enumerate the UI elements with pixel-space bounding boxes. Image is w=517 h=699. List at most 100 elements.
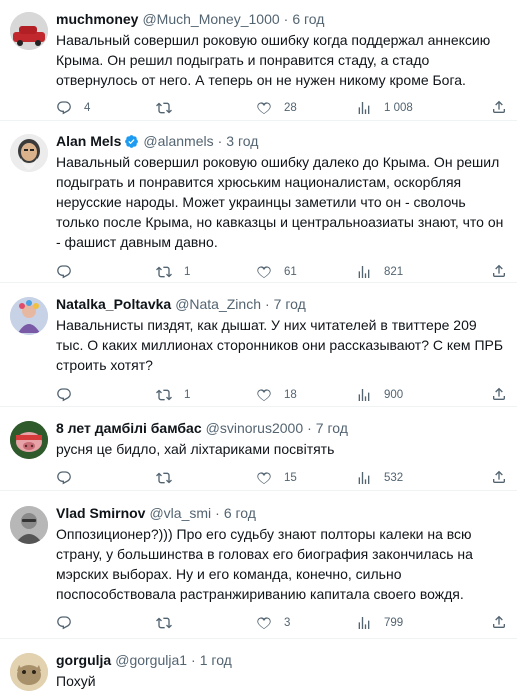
share-icon <box>493 100 505 113</box>
author-handle[interactable]: @Much_Money_1000 <box>142 10 279 28</box>
author-name[interactable]: gorgulja <box>56 651 111 669</box>
author-name[interactable]: Natalka_Poltavka <box>56 295 171 313</box>
views-icon <box>358 266 370 278</box>
like-count: 61 <box>284 266 297 278</box>
separator-dot: · <box>283 11 289 27</box>
views-button[interactable]: 821 <box>356 264 456 280</box>
like-button[interactable]: 18 <box>256 387 356 403</box>
share-button[interactable] <box>491 469 507 488</box>
avatar[interactable] <box>10 134 48 172</box>
tweet[interactable]: Alan Mels @alanmels · 3 год Навальный со… <box>0 121 517 283</box>
views-count: 900 <box>384 389 404 401</box>
timestamp[interactable]: 7 год <box>316 419 348 437</box>
author-handle[interactable]: @Nata_Zinch <box>175 295 261 313</box>
timestamp[interactable]: 7 год <box>274 295 306 313</box>
author-handle[interactable]: @svinorus2000 <box>206 419 304 437</box>
retweet-button[interactable] <box>156 615 256 631</box>
heart-icon <box>257 102 271 114</box>
tweet[interactable]: gorgulja @gorgulja1 · 1 год Похуй <box>0 639 517 699</box>
separator-dot: · <box>191 652 196 668</box>
views-button[interactable]: 1 008 <box>356 100 456 116</box>
reply-icon <box>57 616 71 630</box>
retweet-icon <box>156 266 172 278</box>
retweet-icon <box>156 102 172 114</box>
avatar[interactable] <box>10 653 48 691</box>
reply-button[interactable] <box>56 264 156 280</box>
share-button[interactable] <box>491 99 507 118</box>
tweet[interactable]: muchmoney @Much_Money_1000 · 6 год Навал… <box>0 0 517 121</box>
separator-dot: · <box>217 133 223 149</box>
author-name[interactable]: muchmoney <box>56 10 138 28</box>
reply-button[interactable] <box>56 470 156 486</box>
author-handle[interactable]: @alanmels <box>143 132 213 150</box>
tweet[interactable]: 8 лет дамбілі бамбас @svinorus2000 · 7 г… <box>0 407 517 491</box>
reply-count: 4 <box>84 102 91 114</box>
tweet[interactable]: Natalka_Poltavka @Nata_Zinch · 7 год Нав… <box>0 283 517 407</box>
like-button[interactable]: 3 <box>256 615 356 631</box>
separator-dot: · <box>265 296 270 312</box>
tweet-actions: 1 18 900 <box>56 385 507 405</box>
views-icon <box>358 617 370 629</box>
reply-icon <box>57 471 71 485</box>
timestamp[interactable]: 6 год <box>224 504 256 522</box>
reply-button[interactable] <box>56 615 156 631</box>
author-handle[interactable]: @vla_smi <box>149 504 211 522</box>
views-count: 821 <box>384 266 404 278</box>
retweet-count: 1 <box>184 266 191 278</box>
avatar[interactable] <box>10 506 48 544</box>
share-button[interactable] <box>491 386 507 405</box>
views-count: 1 008 <box>384 102 413 114</box>
share-button[interactable] <box>491 614 507 633</box>
reply-icon <box>57 388 71 402</box>
retweet-button[interactable]: 1 <box>156 264 256 280</box>
retweet-icon <box>156 472 172 484</box>
author-handle[interactable]: @gorgulja1 <box>115 651 187 669</box>
retweet-icon <box>156 389 172 401</box>
like-button[interactable]: 15 <box>256 470 356 486</box>
like-button[interactable]: 61 <box>256 264 356 280</box>
like-count: 3 <box>284 617 291 629</box>
avatar[interactable] <box>10 421 48 459</box>
views-button[interactable]: 799 <box>356 615 456 631</box>
heart-icon <box>257 266 271 278</box>
timestamp[interactable]: 3 год <box>226 132 258 150</box>
share-icon <box>493 387 505 400</box>
like-count: 15 <box>284 472 297 484</box>
tweet[interactable]: Vlad Smirnov @vla_smi · 6 год Оппозицион… <box>0 491 517 639</box>
author-name[interactable]: Vlad Smirnov <box>56 504 145 522</box>
reply-icon <box>57 265 71 279</box>
avatar[interactable] <box>10 297 48 335</box>
tweet-text: Навальный совершил роковую ошибку далеко… <box>56 154 504 250</box>
tweet-actions: 3 799 <box>56 613 507 633</box>
verified-badge-icon <box>125 134 139 148</box>
timestamp[interactable]: 6 год <box>292 10 324 28</box>
views-button[interactable]: 900 <box>356 387 456 403</box>
reply-icon <box>57 101 71 115</box>
author-name[interactable]: 8 лет дамбілі бамбас <box>56 419 202 437</box>
heart-icon <box>257 389 271 401</box>
author-name[interactable]: Alan Mels <box>56 132 121 150</box>
retweet-count: 1 <box>184 389 191 401</box>
tweet-text: Похуй <box>56 673 96 689</box>
avatar[interactable] <box>10 12 48 50</box>
views-button[interactable]: 532 <box>356 470 456 486</box>
retweet-button[interactable] <box>156 100 256 116</box>
like-count: 18 <box>284 389 297 401</box>
tweet-actions: 4 28 1 008 <box>56 98 507 118</box>
share-button[interactable] <box>491 263 507 282</box>
reply-button[interactable]: 4 <box>56 100 156 116</box>
tweet-text: Навальный совершил роковую ошибку когда … <box>56 32 491 88</box>
tweet-text: русня це бидло, хай ліхтариками посвітят… <box>56 441 335 457</box>
share-icon <box>493 264 505 277</box>
retweet-button[interactable] <box>156 470 256 486</box>
views-icon <box>358 472 370 484</box>
reply-button[interactable] <box>56 387 156 403</box>
timestamp[interactable]: 1 год <box>200 651 232 669</box>
retweet-button[interactable]: 1 <box>156 387 256 403</box>
separator-dot: · <box>215 505 220 521</box>
views-count: 799 <box>384 617 404 629</box>
tweet-actions: 15 532 <box>56 468 507 488</box>
heart-icon <box>257 617 271 629</box>
like-button[interactable]: 28 <box>256 100 356 116</box>
separator-dot: · <box>307 420 312 436</box>
